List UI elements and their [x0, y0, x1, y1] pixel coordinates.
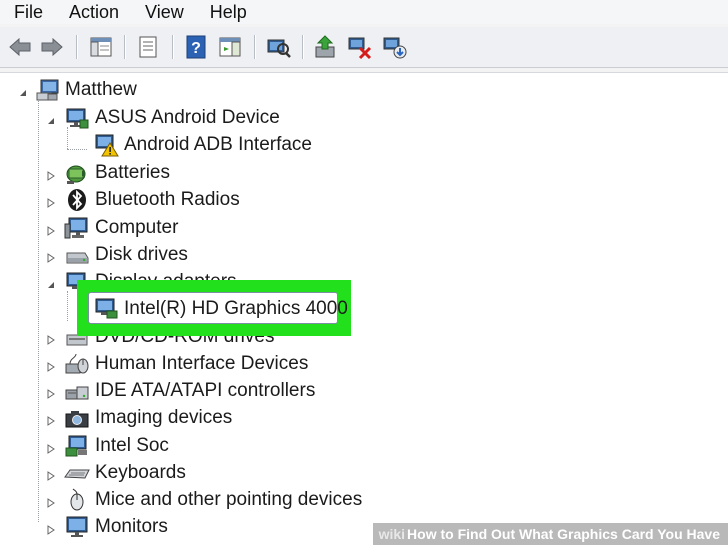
expand-expander-icon[interactable] [46, 223, 58, 236]
expand-expander-icon[interactable] [46, 495, 58, 508]
menu-help[interactable]: Help [197, 0, 260, 24]
toolbar-separator [172, 35, 173, 59]
menu-file[interactable]: File [0, 0, 56, 24]
expand-expander-icon[interactable] [46, 250, 58, 263]
computer-icon [36, 79, 59, 100]
toolbar-separator [76, 35, 77, 59]
help-icon[interactable]: ? [182, 33, 210, 61]
expand-expander-icon[interactable] [46, 522, 58, 535]
watermark: wiki How to Find Out What Graphics Card … [372, 523, 728, 545]
tree-item-ide-ata-atapi-controllers[interactable]: IDE ATA/ATAPI controllers [64, 377, 315, 404]
back-arrow-icon[interactable] [6, 33, 34, 61]
tree-item-label: Monitors [95, 516, 168, 537]
tree-item-disk-drives[interactable]: Disk drives [64, 241, 188, 268]
forward-arrow-icon[interactable] [38, 33, 66, 61]
battery-icon [66, 165, 86, 184]
tree-item-intel-hd-graphics-4000[interactable]: Intel(R) HD Graphics 4000 [88, 292, 348, 324]
expand-expander-icon[interactable] [46, 195, 58, 208]
tree-item-imaging-devices[interactable]: Imaging devices [64, 404, 232, 431]
intel-soc-icon [65, 435, 87, 456]
tree-item-label: Android ADB Interface [124, 134, 312, 155]
monitor-icon [66, 516, 88, 537]
expand-expander-icon[interactable] [46, 468, 58, 481]
android-device-icon [66, 108, 89, 128]
svg-text:?: ? [191, 40, 201, 57]
camera-icon [65, 410, 89, 427]
keyboard-icon [64, 469, 90, 479]
tree-item-intel-soc[interactable]: Intel Soc [64, 432, 169, 459]
tree-item-batteries[interactable]: Batteries [64, 159, 170, 186]
tree-item-label: Keyboards [95, 462, 186, 483]
menu-bar: File Action View Help [0, 0, 728, 24]
action-pane-icon[interactable] [216, 33, 244, 61]
bluetooth-icon [68, 188, 86, 211]
computer-icon [64, 217, 88, 238]
expand-expander-icon[interactable] [46, 359, 58, 372]
tree-item-label: Human Interface Devices [95, 353, 309, 374]
tree-connector [38, 97, 39, 522]
tree-item-keyboards[interactable]: Keyboards [64, 459, 186, 486]
ide-controller-icon [65, 386, 89, 399]
mouse-icon [70, 488, 84, 510]
tree-item-label: Batteries [95, 162, 170, 183]
tree-item-label: Imaging devices [95, 407, 233, 428]
collapse-expander-icon[interactable] [46, 277, 58, 289]
expand-expander-icon[interactable] [46, 386, 58, 399]
tree-root-label: Matthew [65, 79, 137, 100]
disk-drive-icon [66, 252, 89, 263]
expand-expander-icon[interactable] [46, 441, 58, 454]
collapse-expander-icon[interactable] [18, 85, 30, 97]
tree-item-label: Computer [95, 217, 179, 238]
properties-icon[interactable] [134, 33, 162, 61]
show-hide-tree-icon[interactable] [87, 33, 115, 61]
expand-expander-icon[interactable] [46, 332, 58, 345]
tree-item-asus-android-device[interactable]: ASUS Android Device [64, 104, 280, 131]
uninstall-device-icon[interactable] [381, 33, 409, 61]
toolbar-separator [124, 35, 125, 59]
tree-item-android-adb-interface[interactable]: Android ADB Interface [93, 131, 312, 158]
tree-item-label: ASUS Android Device [95, 107, 280, 128]
tree-item-monitors[interactable]: Monitors [64, 513, 168, 540]
menu-action[interactable]: Action [56, 0, 132, 24]
tree-item-bluetooth-radios[interactable]: Bluetooth Radios [64, 186, 240, 213]
scan-hardware-icon[interactable] [265, 33, 293, 61]
watermark-text: How to Find Out What Graphics Card You H… [407, 526, 720, 542]
selected-item-label: Intel(R) HD Graphics 4000 [124, 297, 348, 319]
watermark-brand: wiki [378, 526, 406, 542]
tree-item-mice[interactable]: Mice and other pointing devices [64, 486, 362, 513]
menu-view[interactable]: View [132, 0, 197, 24]
tree-connector [67, 291, 68, 321]
expand-expander-icon[interactable] [46, 413, 58, 426]
toolbar: ? [0, 27, 728, 68]
adb-warning-icon [95, 134, 119, 156]
tree-item-computer[interactable]: Computer [64, 214, 178, 241]
tree-root[interactable]: Matthew [34, 76, 137, 103]
hid-icon [65, 353, 89, 373]
tree-item-label: Disk drives [95, 244, 188, 265]
toolbar-separator [254, 35, 255, 59]
tree-item-label: Bluetooth Radios [95, 189, 240, 210]
tree-connector [67, 149, 87, 150]
tree-item-human-interface-devices[interactable]: Human Interface Devices [64, 350, 308, 377]
tree-item-label: Mice and other pointing devices [95, 489, 363, 510]
tree-item-label: Intel Soc [95, 435, 169, 456]
disable-device-icon[interactable] [346, 33, 374, 61]
tree-item-label: IDE ATA/ATAPI controllers [95, 380, 316, 401]
collapse-expander-icon[interactable] [46, 113, 58, 125]
expand-expander-icon[interactable] [46, 168, 58, 181]
update-driver-icon[interactable] [312, 33, 340, 61]
display-adapter-icon [95, 298, 118, 319]
toolbar-separator [302, 35, 303, 59]
